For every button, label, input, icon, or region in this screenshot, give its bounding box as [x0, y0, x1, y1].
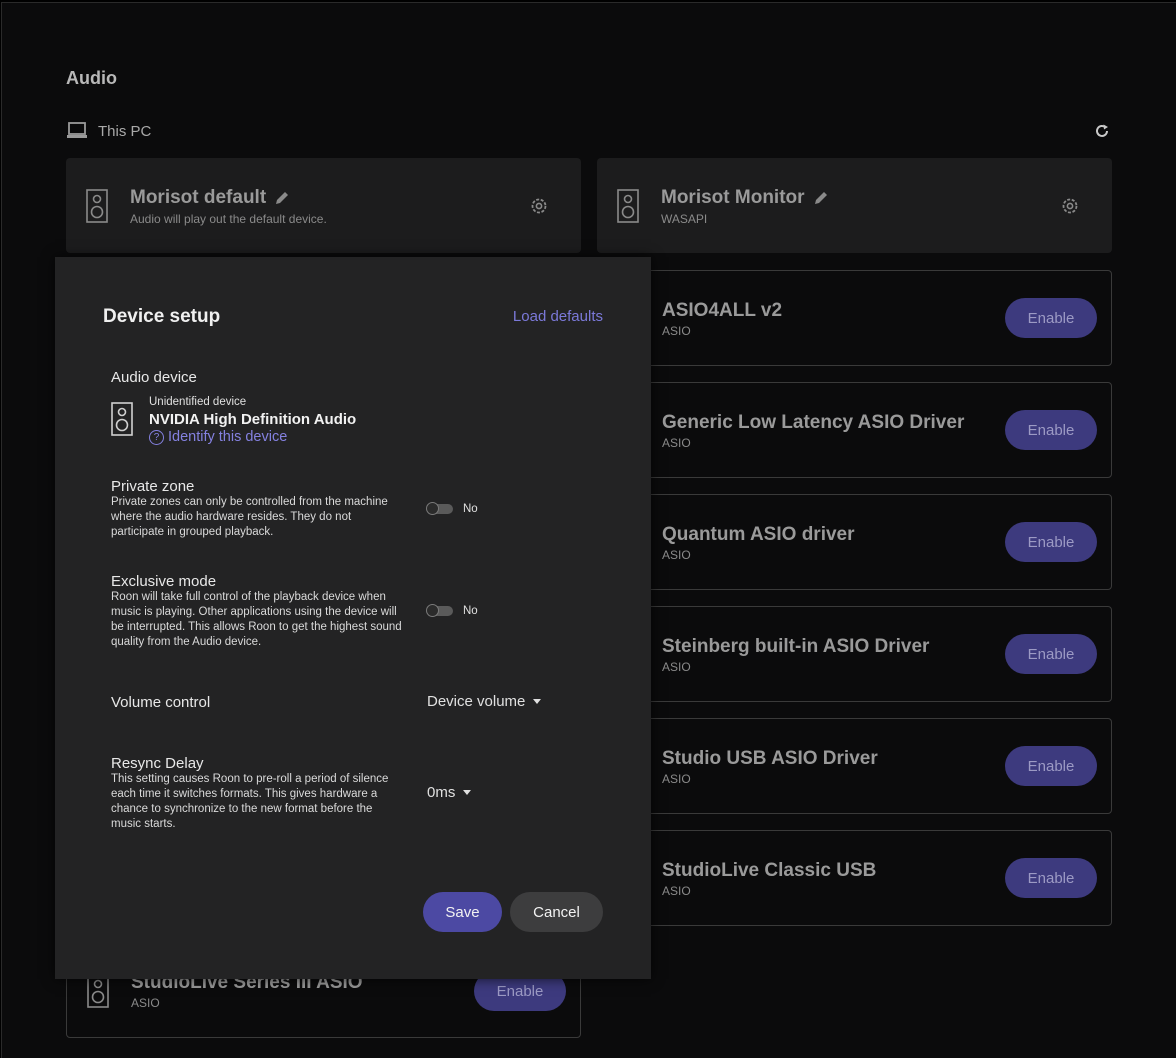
device-name: Morisot Monitor [661, 187, 805, 208]
private-zone-toggle[interactable] [426, 502, 453, 515]
device-card-steinberg: Steinberg built-in ASIO Driver ASIO Enab… [597, 606, 1112, 702]
private-zone-description: Private zones can only be controlled fro… [111, 496, 388, 538]
device-card-studiolive-classic: StudioLive Classic USB ASIO Enable [597, 830, 1112, 926]
device-status: Unidentified device [149, 396, 247, 408]
device-card-morisot-monitor: Morisot Monitor WASAPI [597, 158, 1112, 253]
private-zone-label: Private zone [111, 478, 195, 495]
device-subtitle: ASIO [662, 660, 691, 674]
device-card-quantum: Quantum ASIO driver ASIO Enable [597, 494, 1112, 590]
device-card-studio-usb: Studio USB ASIO Driver ASIO Enable [597, 718, 1112, 814]
private-zone-toggle-row: No [426, 502, 478, 515]
resync-delay-dropdown[interactable]: 0ms [427, 784, 472, 801]
enable-button[interactable]: Enable [1005, 746, 1097, 786]
resync-delay-label: Resync Delay [111, 755, 204, 772]
enable-button[interactable]: Enable [1005, 298, 1097, 338]
identify-device-label: Identify this device [168, 429, 288, 445]
exclusive-mode-description: Roon will take full control of the playb… [111, 591, 402, 648]
refresh-icon[interactable] [1094, 123, 1110, 139]
pencil-icon[interactable] [274, 190, 290, 206]
device-subtitle: ASIO [662, 548, 691, 562]
chevron-down-icon [533, 699, 542, 704]
resync-delay-value: 0ms [427, 784, 456, 801]
page-title: Audio [66, 68, 117, 88]
cancel-button[interactable]: Cancel [510, 892, 603, 932]
device-subtitle: Audio will play out the default device. [130, 212, 327, 226]
device-subtitle: ASIO [662, 884, 691, 898]
device-model-name: NVIDIA High Definition Audio [149, 411, 357, 428]
volume-control-label: Volume control [111, 694, 211, 711]
speaker-icon [87, 974, 109, 1008]
volume-control-dropdown[interactable]: Device volume [427, 693, 542, 710]
device-name: Steinberg built-in ASIO Driver [662, 636, 930, 657]
identify-device-link[interactable]: ? Identify this device [149, 429, 287, 445]
device-name: ASIO4ALL v2 [662, 300, 783, 321]
source-header: This PC [66, 122, 151, 140]
device-subtitle: ASIO [662, 436, 691, 450]
gear-icon[interactable] [529, 196, 549, 216]
gear-icon[interactable] [1060, 196, 1080, 216]
device-card-morisot-default: Morisot default Audio will play out the … [66, 158, 581, 253]
device-name: StudioLive Classic USB [662, 860, 877, 881]
save-button[interactable]: Save [423, 892, 502, 932]
speaker-icon [617, 189, 639, 223]
device-setup-dialog: Device setup Load defaults Audio device … [55, 257, 651, 979]
device-subtitle: ASIO [662, 772, 691, 786]
resync-delay-description: This setting causes Roon to pre-roll a p… [111, 773, 389, 830]
device-name: Studio USB ASIO Driver [662, 748, 878, 769]
device-card-asio4all: ASIO4ALL v2 ASIO Enable [597, 270, 1112, 366]
source-label: This PC [98, 122, 152, 140]
exclusive-mode-label: Exclusive mode [111, 573, 217, 590]
speaker-icon [86, 189, 108, 223]
device-name: Quantum ASIO driver [662, 524, 855, 545]
speaker-icon [111, 402, 133, 436]
device-subtitle: ASIO [662, 324, 691, 338]
device-name: Generic Low Latency ASIO Driver [662, 412, 965, 433]
help-icon: ? [149, 429, 164, 445]
exclusive-mode-toggle-row: No [426, 604, 478, 617]
enable-button[interactable]: Enable [1005, 858, 1097, 898]
device-subtitle: ASIO [131, 996, 160, 1010]
enable-button[interactable]: Enable [1005, 634, 1097, 674]
private-zone-value: No [463, 503, 478, 515]
volume-control-value: Device volume [427, 693, 526, 710]
audio-device-label: Audio device [111, 369, 197, 386]
exclusive-mode-toggle[interactable] [426, 604, 453, 617]
pencil-icon[interactable] [813, 190, 829, 206]
enable-button[interactable]: Enable [1005, 410, 1097, 450]
device-subtitle: WASAPI [661, 212, 708, 226]
device-name: Morisot default [130, 187, 267, 208]
exclusive-mode-value: No [463, 605, 478, 617]
enable-button[interactable]: Enable [1005, 522, 1097, 562]
load-defaults-link[interactable]: Load defaults [513, 308, 603, 325]
chevron-down-icon [463, 790, 472, 795]
laptop-icon [67, 122, 87, 138]
dialog-title: Device setup [103, 306, 221, 327]
device-card-generic-low-latency: Generic Low Latency ASIO Driver ASIO Ena… [597, 382, 1112, 478]
